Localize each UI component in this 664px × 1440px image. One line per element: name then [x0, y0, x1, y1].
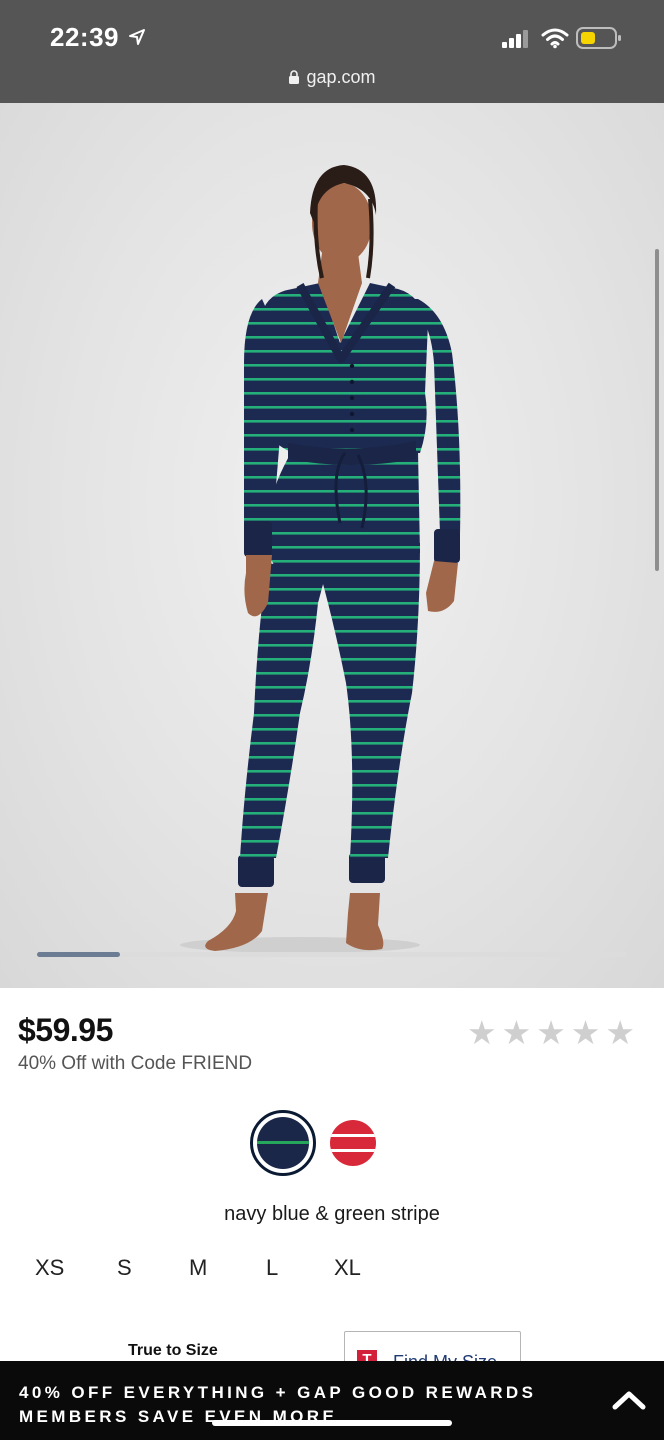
size-option[interactable]: L — [266, 1255, 278, 1281]
promo-banner[interactable]: 40% OFF EVERYTHING + GAP GOOD REWARDS ME… — [0, 1361, 664, 1440]
lock-icon — [289, 70, 300, 84]
star-icon: ★ — [605, 1014, 635, 1051]
selected-color-name: navy blue & green stripe — [224, 1203, 440, 1225]
address-bar[interactable]: gap.com — [0, 67, 664, 88]
carousel-progress-track — [37, 952, 627, 957]
rating-stars[interactable]: ★ ★ ★ ★ ★ — [467, 1016, 635, 1049]
star-icon: ★ — [467, 1014, 497, 1051]
star-icon: ★ — [536, 1014, 566, 1051]
swatch-navy-green-fill — [257, 1117, 309, 1169]
size-option[interactable]: M — [189, 1255, 207, 1281]
swatch-navy-green-stripe[interactable] — [250, 1110, 316, 1176]
size-option[interactable]: XL — [334, 1255, 361, 1281]
signal-icon — [502, 30, 528, 48]
fit-label: True to Size — [128, 1342, 218, 1359]
promo-text: 40% Off with Code FRIEND — [18, 1053, 253, 1074]
product-price: $59.95 — [18, 1012, 113, 1048]
size-options: XS S M L XL — [0, 1255, 664, 1285]
color-swatches — [250, 1110, 376, 1176]
product-photo — [180, 165, 461, 953]
product-image-carousel[interactable] — [0, 103, 664, 988]
star-icon: ★ — [501, 1014, 532, 1051]
home-indicator — [212, 1420, 452, 1426]
star-icon: ★ — [570, 1014, 601, 1051]
swatch-red-stripe[interactable] — [330, 1120, 376, 1166]
battery-icon — [576, 27, 621, 49]
status-time: 22:39 — [50, 22, 119, 52]
size-option[interactable]: XS — [35, 1255, 64, 1281]
carousel-progress-fill — [37, 952, 120, 957]
url-text: gap.com — [306, 67, 376, 87]
status-bar: 22:39 gap.com — [0, 0, 664, 103]
location-arrow-icon — [129, 29, 145, 45]
chevron-up-icon[interactable] — [612, 1389, 646, 1411]
page-scrollbar[interactable] — [655, 249, 659, 571]
wifi-icon — [541, 28, 569, 49]
size-option[interactable]: S — [117, 1255, 132, 1281]
